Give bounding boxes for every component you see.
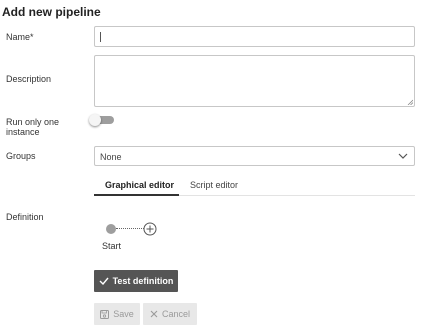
name-input[interactable] [94, 26, 415, 47]
text-caret [100, 32, 101, 42]
groups-select[interactable]: None [94, 146, 415, 166]
node-connector [116, 228, 144, 229]
resize-handle-icon[interactable] [407, 99, 413, 105]
start-node-label: Start [102, 241, 122, 251]
active-tab-indicator [94, 194, 179, 196]
groups-selected-value: None [100, 152, 122, 162]
definition-label: Definition [6, 212, 44, 222]
save-button[interactable]: Save [94, 303, 140, 325]
tab-graphical-editor[interactable]: Graphical editor [105, 180, 174, 190]
cancel-label: Cancel [161, 309, 190, 319]
run-once-label: Run only one instance [6, 117, 59, 137]
test-definition-label: Test definition [112, 276, 174, 286]
run-once-label-line1: Run only one [6, 117, 60, 127]
run-once-label-line2: instance [6, 127, 40, 137]
name-label: Name* [6, 32, 34, 42]
start-node[interactable] [106, 224, 116, 234]
check-icon [99, 277, 109, 285]
groups-label: Groups [6, 151, 36, 161]
test-definition-button[interactable]: Test definition [94, 270, 178, 292]
chevron-down-icon [398, 153, 408, 159]
description-textarea[interactable] [94, 55, 415, 107]
save-icon [100, 309, 110, 319]
close-icon [150, 310, 158, 318]
page-title: Add new pipeline [2, 5, 101, 19]
run-once-toggle[interactable] [89, 114, 115, 126]
save-label: Save [113, 309, 134, 319]
cancel-button[interactable]: Cancel [143, 303, 197, 325]
toggle-knob [89, 114, 101, 126]
plus-circle-icon[interactable] [143, 222, 157, 236]
tab-script-editor[interactable]: Script editor [190, 180, 238, 190]
description-label: Description [6, 74, 52, 84]
